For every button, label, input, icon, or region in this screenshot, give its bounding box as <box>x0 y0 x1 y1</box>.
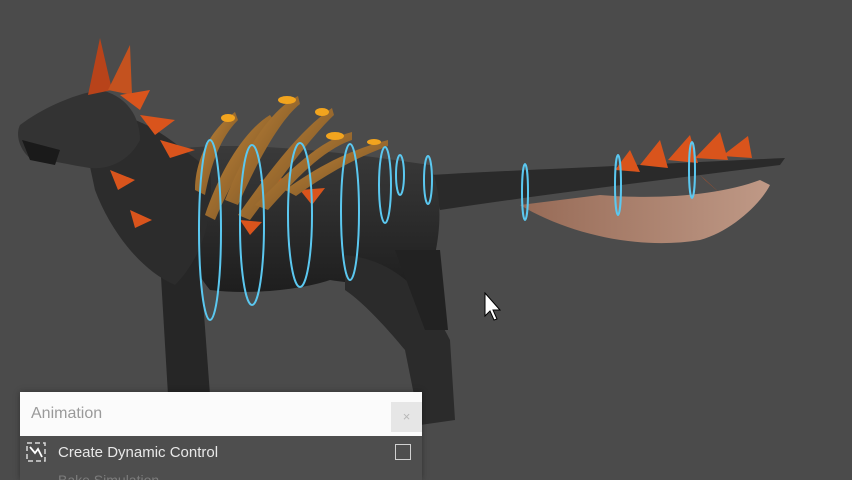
create-dynamic-control-label: Create Dynamic Control <box>58 444 219 461</box>
panel-header: Animation × <box>20 392 422 436</box>
create-dynamic-control-item[interactable]: Create Dynamic Control <box>20 436 422 470</box>
dynamic-control-icon <box>26 442 46 462</box>
panel-body: Create Dynamic Control Bake Simulation <box>20 436 422 480</box>
bake-simulation-label[interactable]: Bake Simulation <box>58 472 159 480</box>
ear-left <box>88 38 112 95</box>
close-button[interactable]: × <box>391 402 422 432</box>
panel-title: Animation <box>31 405 103 422</box>
create-dynamic-control-checkbox[interactable] <box>395 444 411 460</box>
animation-panel: Animation × Create Dynamic Control Bake … <box>20 392 422 480</box>
ear-right <box>108 45 132 95</box>
